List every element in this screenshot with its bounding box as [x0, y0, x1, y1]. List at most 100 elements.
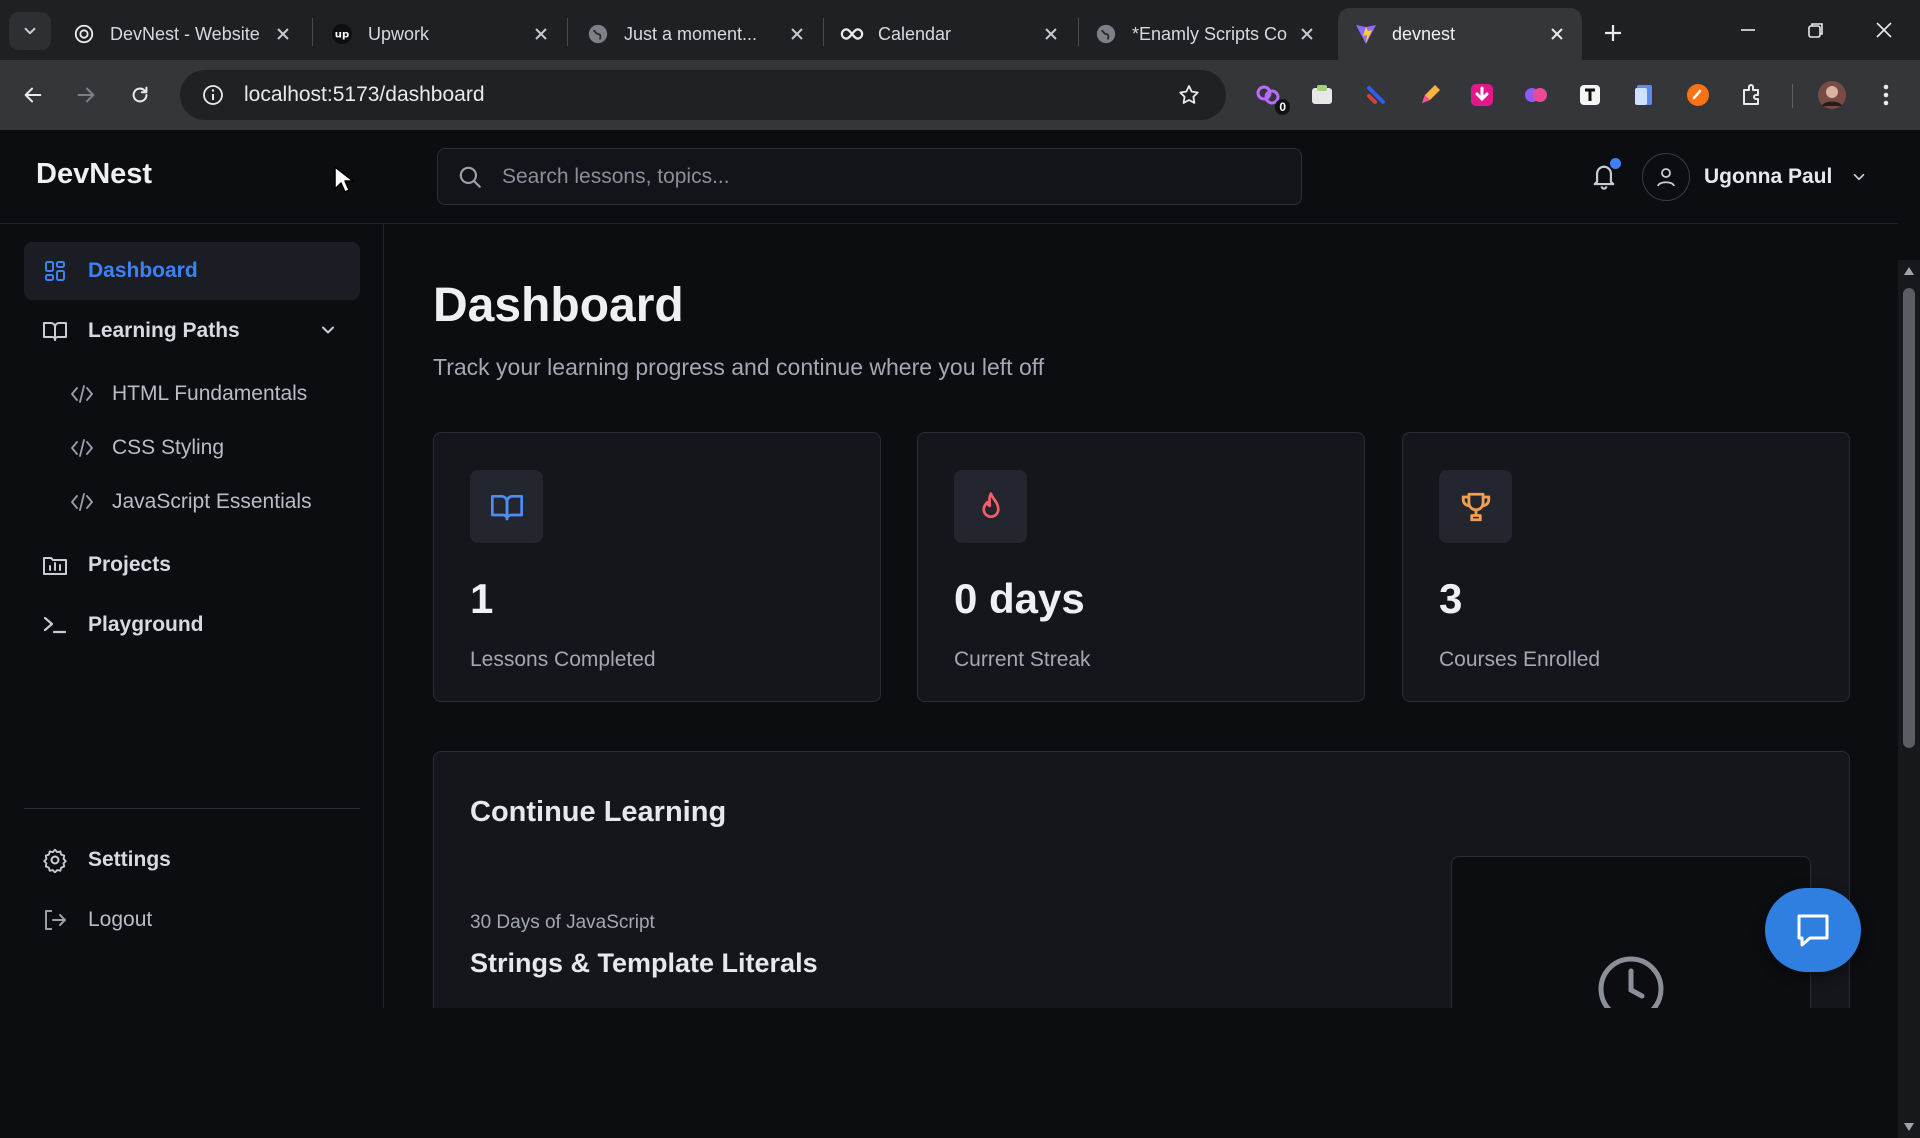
- stat-card-courses-enrolled: 3 Courses Enrolled: [1402, 432, 1850, 702]
- tab-search-button[interactable]: [9, 12, 51, 50]
- extension-brain-icon[interactable]: [1520, 79, 1552, 111]
- arrow-left-icon: [24, 87, 42, 103]
- site-info-icon[interactable]: [188, 70, 238, 120]
- sidebar-subitem-css-styling[interactable]: CSS Styling: [70, 428, 224, 468]
- restore-button[interactable]: [1794, 12, 1838, 48]
- scrollbar-thumb[interactable]: [1903, 288, 1915, 748]
- tab-close-icon[interactable]: [1546, 23, 1568, 45]
- flame-icon: [954, 470, 1027, 543]
- course-name: 30 Days of JavaScript: [470, 912, 655, 933]
- extension-link-icon[interactable]: 0: [1252, 79, 1290, 115]
- minimize-button[interactable]: [1726, 12, 1770, 48]
- code-icon: [70, 493, 94, 511]
- tab-title: *Enamly Scripts Co: [1132, 23, 1288, 44]
- tab-close-icon[interactable]: [272, 23, 294, 45]
- extension-clipboard-icon[interactable]: [1628, 79, 1660, 111]
- sidebar-item-label: Playground: [88, 613, 204, 636]
- terminal-icon: [42, 612, 68, 638]
- sidebar-item-label: Settings: [88, 848, 171, 871]
- browser-tab-upwork[interactable]: up Upwork: [314, 8, 566, 60]
- reload-button[interactable]: [122, 77, 158, 113]
- code-icon: [70, 439, 94, 457]
- chart-folder-icon: [42, 552, 68, 578]
- stat-card-lessons-completed: 1 Lessons Completed: [433, 432, 881, 702]
- plus-icon: [1605, 25, 1621, 41]
- browser-tab-devnest-active[interactable]: devnest: [1338, 8, 1582, 60]
- chevron-down-icon: [24, 27, 36, 35]
- tab-close-icon[interactable]: [530, 23, 552, 45]
- sidebar-subitem-javascript-essentials[interactable]: JavaScript Essentials: [70, 482, 312, 522]
- tab-title: Calendar: [878, 23, 952, 44]
- sidebar-item-dashboard[interactable]: Dashboard: [24, 242, 360, 300]
- tab-title: Upwork: [368, 23, 430, 44]
- extension-puzzle-green-icon[interactable]: [1306, 79, 1338, 111]
- browser-tab-calendar[interactable]: Calendar: [824, 8, 1076, 60]
- lesson-thumbnail[interactable]: [1451, 856, 1811, 1008]
- scroll-down-arrow-icon[interactable]: [1903, 1122, 1915, 1132]
- page-scrollbar[interactable]: [1898, 260, 1920, 1138]
- sidebar-item-projects[interactable]: Projects: [24, 536, 360, 594]
- browser-menu-icon[interactable]: [1870, 79, 1902, 111]
- extension-orange-icon[interactable]: [1682, 79, 1714, 111]
- sidebar: Dashboard Learning Paths HTML Fundamenta…: [0, 224, 384, 1008]
- tab-close-icon[interactable]: [786, 23, 808, 45]
- new-tab-button[interactable]: [1596, 16, 1630, 50]
- globe-icon: [1094, 22, 1118, 46]
- notifications-button[interactable]: [1586, 158, 1622, 194]
- close-window-button[interactable]: [1862, 12, 1906, 48]
- clock-icon: [1598, 956, 1664, 1008]
- address-bar[interactable]: localhost:5173/dashboard: [180, 70, 1226, 120]
- profile-avatar-icon[interactable]: [1816, 79, 1848, 111]
- lesson-title[interactable]: Strings & Template Literals: [470, 948, 818, 979]
- user-menu[interactable]: Ugonna Paul: [1642, 152, 1868, 202]
- user-icon: [1642, 153, 1690, 201]
- restore-icon: [1808, 23, 1823, 38]
- browser-tab-enamly-scripts[interactable]: *Enamly Scripts Co: [1078, 8, 1332, 60]
- scroll-up-arrow-icon[interactable]: [1903, 266, 1915, 276]
- search-input[interactable]: [502, 149, 1301, 204]
- bookmark-star-icon[interactable]: [1164, 83, 1214, 107]
- continue-learning-card[interactable]: Continue Learning 30 Days of JavaScript …: [433, 751, 1850, 1008]
- search-icon: [438, 164, 502, 190]
- sidebar-subitem-label: HTML Fundamentals: [112, 382, 308, 405]
- sidebar-item-logout[interactable]: Logout: [24, 891, 360, 949]
- brand-logo[interactable]: DevNest: [36, 158, 152, 191]
- chevron-down-icon[interactable]: [318, 320, 338, 340]
- browser-tab-devnest-website[interactable]: DevNest - Website: [56, 8, 308, 60]
- stat-card-current-streak: 0 days Current Streak: [917, 432, 1365, 702]
- chevron-down-icon: [1850, 168, 1868, 186]
- sidebar-subitem-label: JavaScript Essentials: [112, 490, 312, 513]
- sidebar-subitem-html-fundamentals[interactable]: HTML Fundamentals: [70, 374, 307, 414]
- sidebar-item-settings[interactable]: Settings: [24, 831, 360, 889]
- extension-magnet-icon[interactable]: [1360, 79, 1392, 111]
- upwork-icon: up: [330, 22, 354, 46]
- gear-icon: [42, 847, 68, 873]
- chat-bubble-icon: [1797, 914, 1829, 947]
- extension-download-icon[interactable]: [1466, 79, 1498, 111]
- forward-button[interactable]: [68, 77, 104, 113]
- svg-text:up: up: [335, 30, 349, 41]
- sidebar-item-playground[interactable]: Playground: [24, 596, 360, 654]
- logout-icon: [42, 907, 68, 933]
- tab-close-icon[interactable]: [1296, 23, 1318, 45]
- search-bar[interactable]: [437, 148, 1302, 205]
- tab-close-icon[interactable]: [1040, 23, 1062, 45]
- app-viewport: DevNest Ugonna Paul Dashboa: [0, 130, 1920, 1138]
- vite-icon: [1354, 22, 1378, 46]
- extension-pen-icon[interactable]: [1414, 79, 1446, 111]
- minimize-icon: [1741, 29, 1755, 31]
- stat-label: Courses Enrolled: [1439, 648, 1601, 671]
- stat-label: Current Streak: [954, 648, 1091, 671]
- extensions-puzzle-icon[interactable]: [1736, 79, 1768, 111]
- tab-separator: [567, 18, 568, 46]
- chat-button[interactable]: [1765, 888, 1861, 972]
- arrow-right-icon: [77, 87, 95, 103]
- tab-separator: [312, 18, 313, 46]
- book-open-icon: [470, 470, 543, 543]
- extension-t-icon[interactable]: [1574, 79, 1606, 111]
- continue-learning-title: Continue Learning: [470, 796, 727, 828]
- sidebar-item-learning-paths[interactable]: Learning Paths: [24, 302, 360, 360]
- browser-tab-just-a-moment[interactable]: Just a moment...: [570, 8, 822, 60]
- address-url[interactable]: localhost:5173/dashboard: [244, 83, 1164, 107]
- back-button[interactable]: [15, 77, 51, 113]
